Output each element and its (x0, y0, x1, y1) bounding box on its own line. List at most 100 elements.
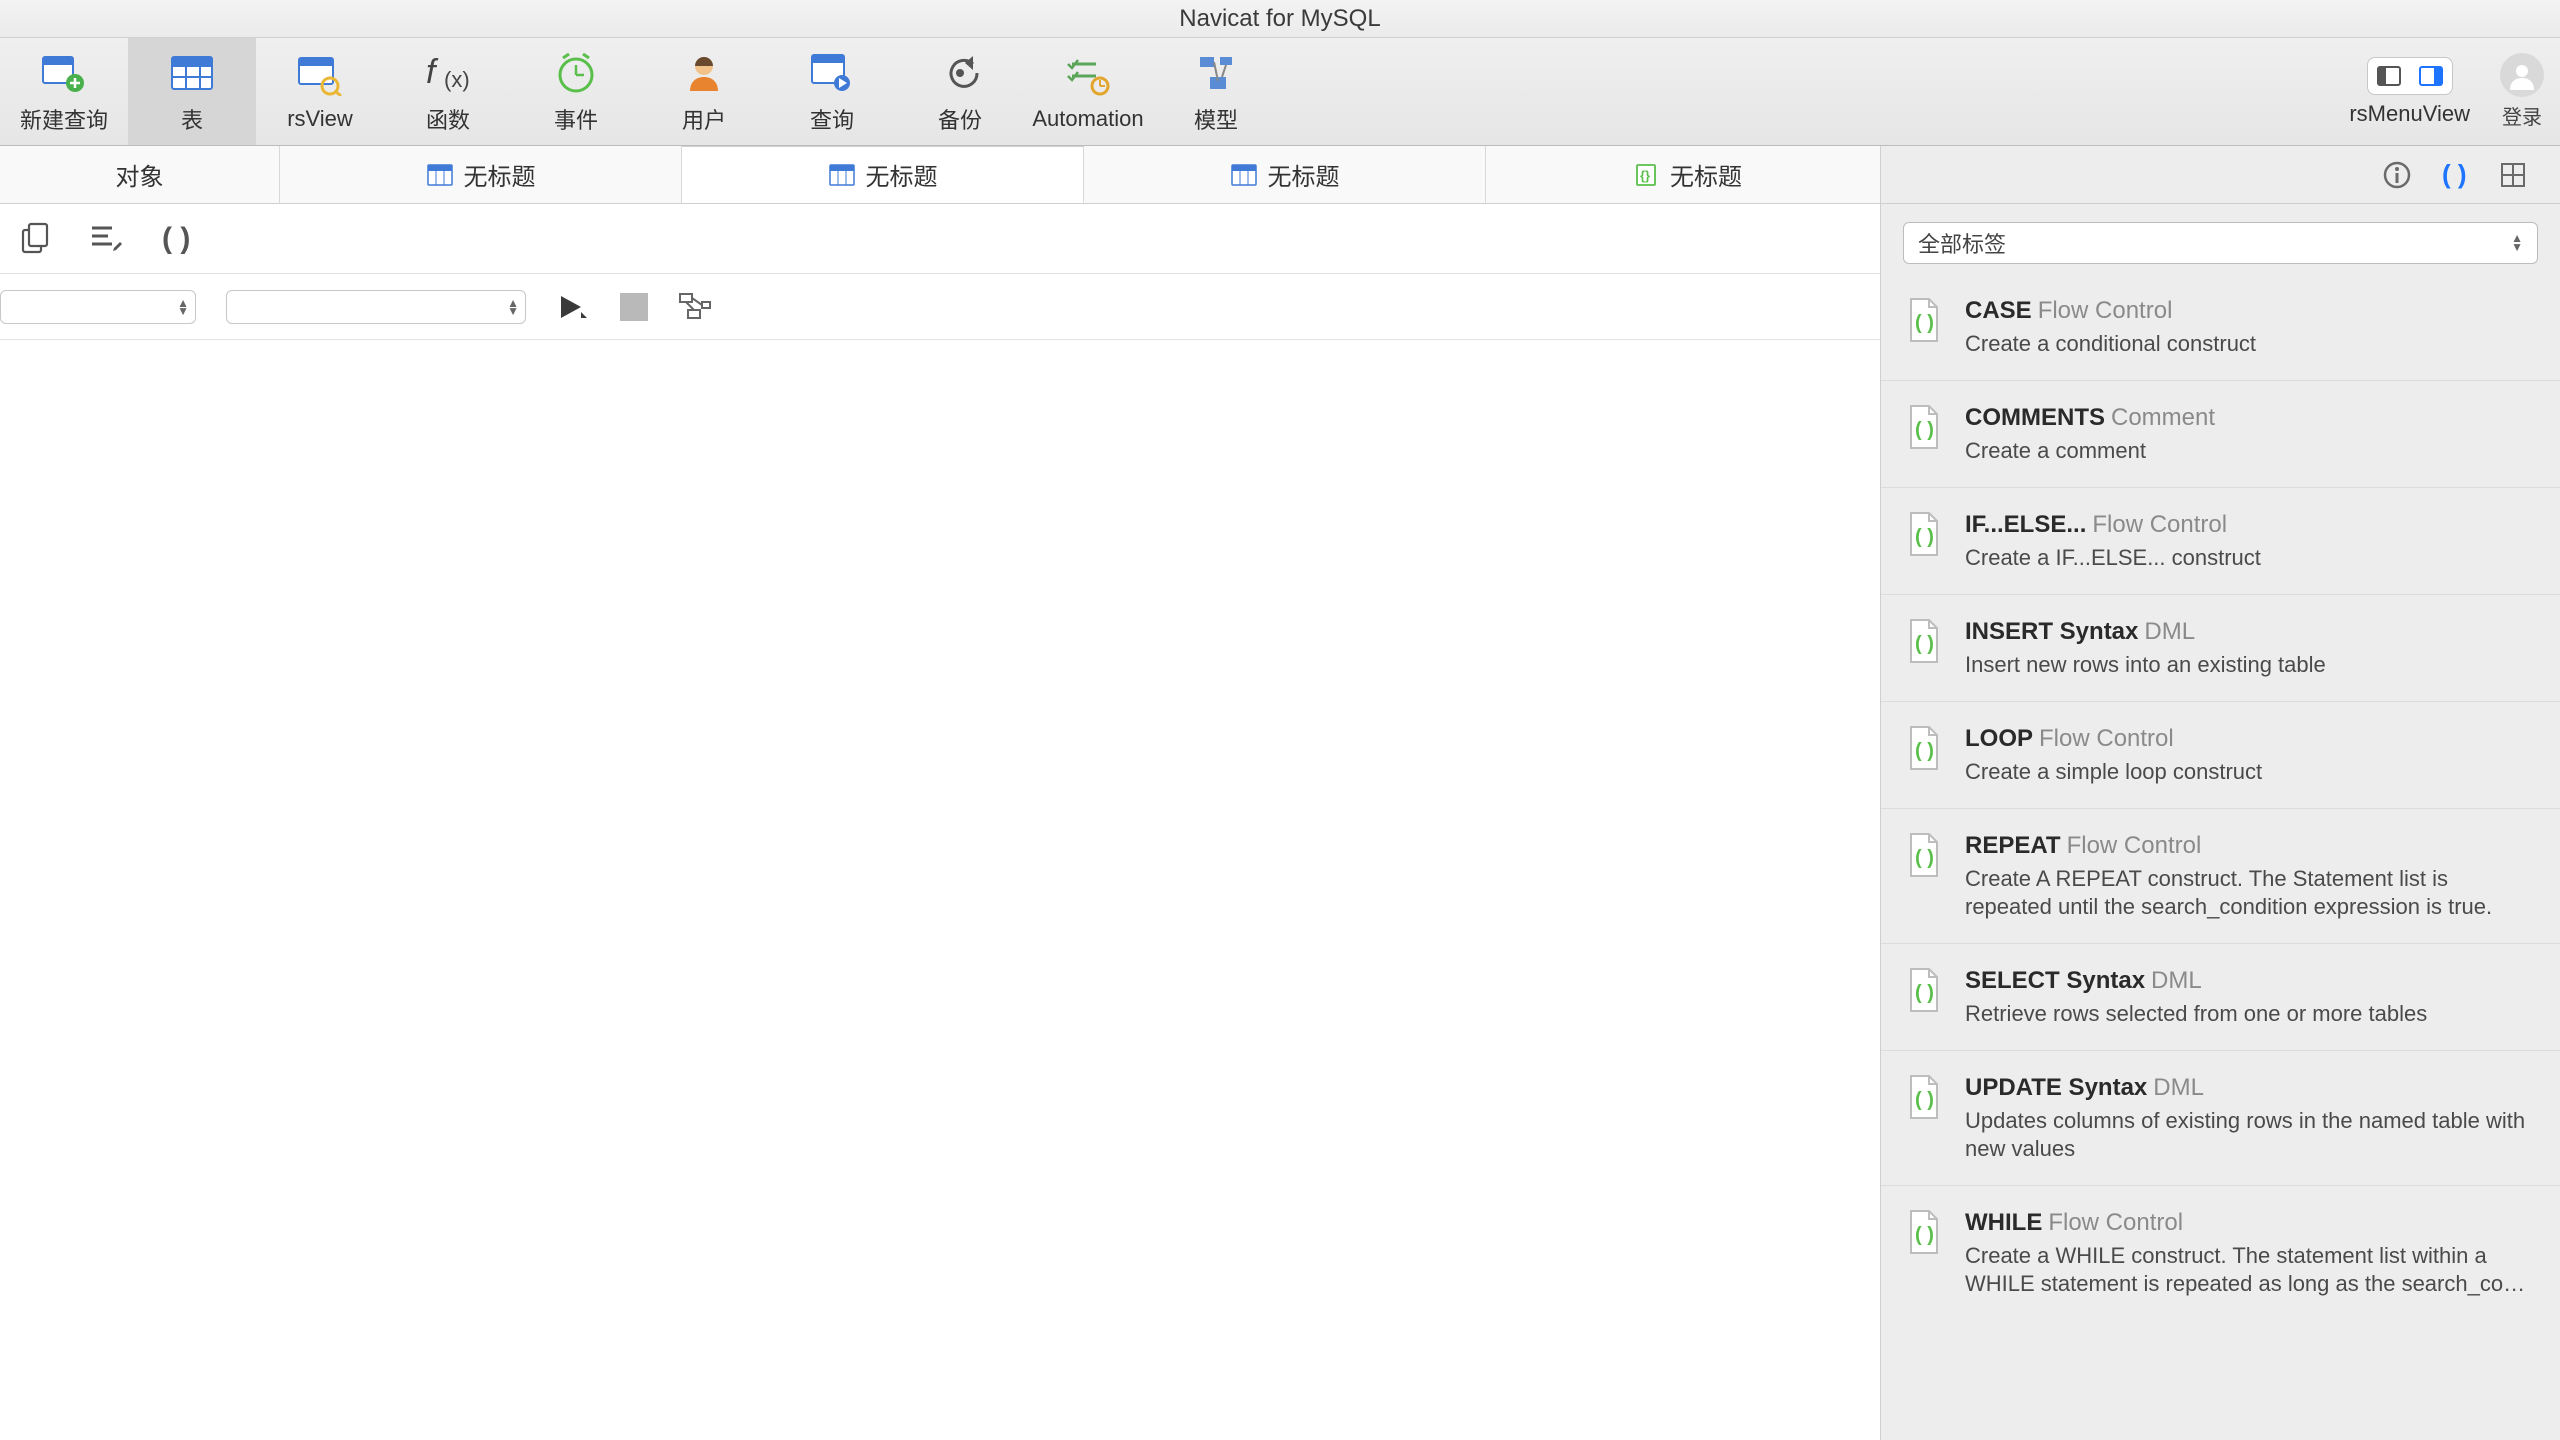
table-icon (1230, 163, 1258, 187)
table-icon (168, 49, 216, 97)
tab-label: 无标题 (866, 157, 938, 192)
explain-icon[interactable] (678, 292, 712, 322)
svg-text:( ): ( ) (1915, 982, 1934, 1004)
snippet-category: Flow Control (2038, 297, 2173, 324)
snippet-file-icon: ( ) (1903, 403, 1945, 451)
copy-icon[interactable] (16, 219, 56, 259)
database-select[interactable]: ▲▼ (226, 290, 526, 324)
snippet-item[interactable]: ( ) WHILEFlow Control Create a WHILE con… (1881, 1186, 2560, 1320)
svg-text:( ): ( ) (1915, 1089, 1934, 1111)
snippet-category: Flow Control (2067, 832, 2202, 859)
model-icon (1192, 49, 1240, 97)
table-icon (828, 163, 856, 187)
toolbar-label: 表 (181, 103, 203, 135)
svg-text:( ): ( ) (2442, 160, 2467, 189)
toolbar-label: 模型 (1194, 103, 1238, 135)
tab-label: 无标题 (1670, 157, 1742, 192)
snippet-item[interactable]: ( ) COMMENTSComment Create a comment (1881, 381, 2560, 488)
snippet-desc: Create a conditional construct (1965, 330, 2538, 358)
login-button[interactable]: 登录 (2500, 53, 2544, 130)
snippet-category: DML (2144, 618, 2195, 645)
snippet-item[interactable]: ( ) IF...ELSE...Flow Control Create a IF… (1881, 488, 2560, 595)
snippet-name: WHILE (1965, 1209, 2042, 1236)
tab-label: 无标题 (464, 157, 536, 192)
user-button[interactable]: 用户 (640, 38, 768, 145)
snippet-file-icon: ( ) (1903, 966, 1945, 1014)
backup-button[interactable]: 备份 (896, 38, 1024, 145)
snippet-item[interactable]: ( ) SELECT SyntaxDML Retrieve rows selec… (1881, 944, 2560, 1051)
new-query-button[interactable]: 新建查询 (0, 38, 128, 145)
tab-untitled-2[interactable]: 无标题 (682, 146, 1084, 203)
snippet-item[interactable]: ( ) CASEFlow Control Create a conditiona… (1881, 274, 2560, 381)
stop-button[interactable] (620, 293, 648, 321)
info-tab-icon[interactable] (2380, 158, 2414, 192)
document-tabs: 对象 无标题 无标题 无标题 {} 无标题 ( ) (0, 146, 2560, 204)
inspector-tabs: ( ) (1880, 146, 2560, 203)
view-mode-left-icon[interactable] (2368, 58, 2410, 94)
automation-button[interactable]: Automation (1024, 38, 1152, 145)
svg-text:( ): ( ) (1915, 312, 1934, 334)
toolbar-label: 查询 (810, 103, 854, 135)
tab-label: 无标题 (1268, 157, 1340, 192)
connection-row: ▲▼ ▲▼ (0, 274, 1880, 340)
snippets-panel: 全部标签 ▲▼ ( ) CASEFlow Control Create a co… (1880, 204, 2560, 1440)
grid-tab-icon[interactable] (2496, 158, 2530, 192)
snippet-item[interactable]: ( ) UPDATE SyntaxDML Updates columns of … (1881, 1051, 2560, 1186)
snippet-name: IF...ELSE... (1965, 511, 2086, 538)
snippet-item[interactable]: ( ) INSERT SyntaxDML Insert new rows int… (1881, 595, 2560, 702)
model-button[interactable]: 模型 (1152, 38, 1280, 145)
snippet-list: ( ) CASEFlow Control Create a conditiona… (1881, 274, 2560, 1440)
snippet-name: SELECT Syntax (1965, 967, 2145, 994)
event-button[interactable]: 事件 (512, 38, 640, 145)
automation-icon (1064, 52, 1112, 100)
connection-select[interactable]: ▲▼ (0, 290, 196, 324)
run-button[interactable] (556, 292, 590, 322)
tag-filter-select[interactable]: 全部标签 ▲▼ (1903, 222, 2538, 264)
user-icon (680, 49, 728, 97)
toolbar-label: 备份 (938, 103, 982, 135)
snippet-file-icon: ( ) (1903, 510, 1945, 558)
svg-text:( ): ( ) (162, 222, 190, 255)
snippet-item[interactable]: ( ) REPEATFlow Control Create A REPEAT c… (1881, 809, 2560, 944)
snippet-desc: Insert new rows into an existing table (1965, 651, 2538, 679)
snippet-item[interactable]: ( ) LOOPFlow Control Create a simple loo… (1881, 702, 2560, 809)
snippet-name: INSERT Syntax (1965, 618, 2138, 645)
function-icon: f(x) (424, 49, 472, 97)
svg-text:( ): ( ) (1915, 526, 1934, 548)
table-button[interactable]: 表 (128, 38, 256, 145)
snippet-desc: Updates columns of existing rows in the … (1965, 1107, 2538, 1163)
backup-icon (936, 49, 984, 97)
snippet-file-icon: ( ) (1903, 296, 1945, 344)
sql-editor[interactable] (0, 340, 1880, 1440)
format-icon[interactable] (86, 219, 126, 259)
toolbar-label: 事件 (554, 103, 598, 135)
snippet-file-icon: ( ) (1903, 1073, 1945, 1121)
svg-text:{}: {} (1640, 168, 1650, 183)
select-arrows-icon: ▲▼ (177, 299, 189, 315)
snippet-category: DML (2151, 967, 2202, 994)
tab-untitled-3[interactable]: 无标题 (1084, 146, 1486, 203)
view-icon (296, 52, 344, 100)
snippet-desc: Create a WHILE construct. The statement … (1965, 1242, 2538, 1298)
function-button[interactable]: f(x) 函数 (384, 38, 512, 145)
new-query-icon (40, 49, 88, 97)
snippet-category: DML (2153, 1074, 2204, 1101)
svg-text:f: f (426, 53, 439, 91)
view-mode-right-icon[interactable] (2410, 58, 2452, 94)
parentheses-icon[interactable]: ( ) (156, 219, 196, 259)
svg-text:( ): ( ) (1915, 1224, 1934, 1246)
snippets-tab-icon[interactable]: ( ) (2438, 158, 2472, 192)
tab-untitled-1[interactable]: 无标题 (280, 146, 682, 203)
toolbar-label: 新建查询 (20, 103, 108, 135)
tab-objects[interactable]: 对象 (0, 146, 280, 203)
view-button[interactable]: rsView (256, 38, 384, 145)
snippet-file-icon: ( ) (1903, 724, 1945, 772)
toolbar-label: rsView (287, 106, 353, 132)
snippet-category: Flow Control (2048, 1209, 2183, 1236)
table-icon (426, 163, 454, 187)
query-button[interactable]: 查询 (768, 38, 896, 145)
svg-text:(x): (x) (444, 67, 470, 92)
view-mode-segmented[interactable] (2367, 57, 2453, 95)
tab-untitled-4[interactable]: {} 无标题 (1486, 146, 1888, 203)
snippet-desc: Create A REPEAT construct. The Statement… (1965, 865, 2538, 921)
